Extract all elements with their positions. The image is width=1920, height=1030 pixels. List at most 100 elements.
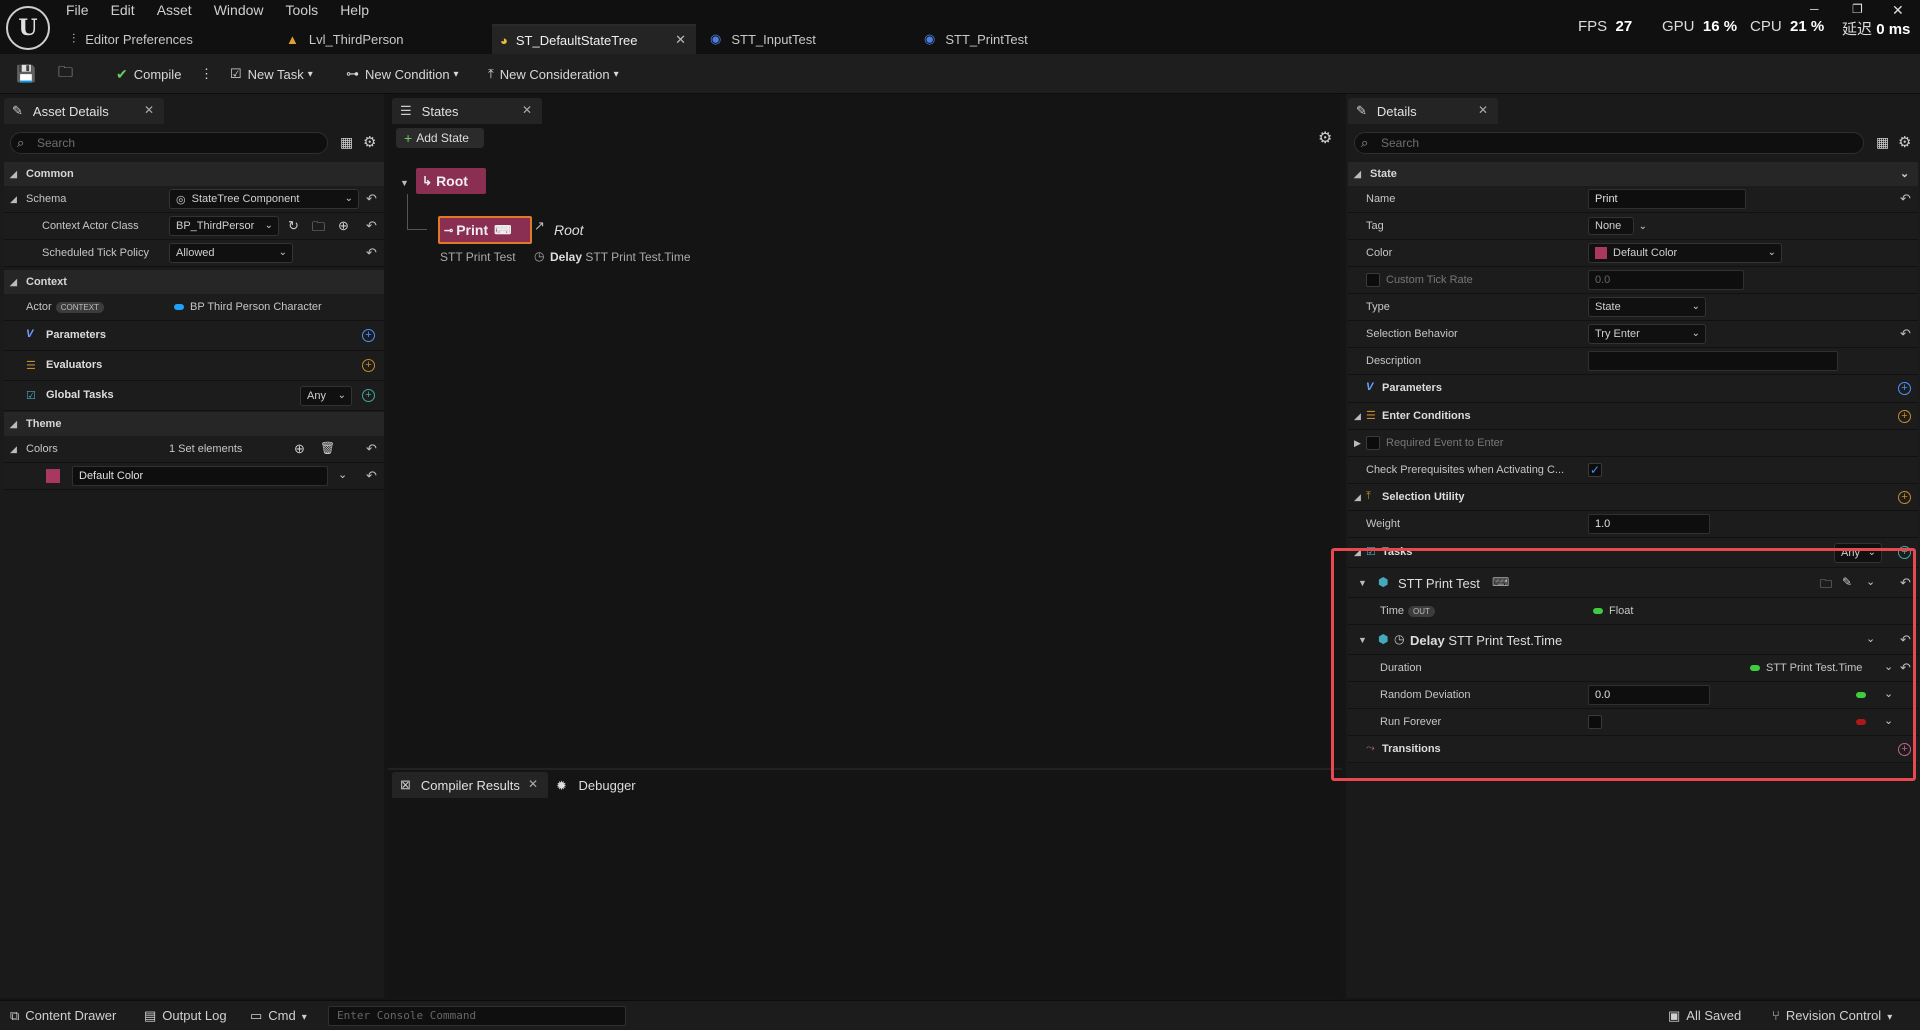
tab-editor-preferences[interactable]: ⫶ Editor Preferences (64, 24, 274, 54)
gear-icon[interactable]: ⚙ (1318, 128, 1332, 148)
expand-icon[interactable]: ◢ (1354, 411, 1361, 422)
name-field[interactable]: Print (1588, 189, 1746, 209)
close-icon[interactable]: ✕ (528, 777, 538, 791)
tab-stt-printtest[interactable]: ◉ STT_PrintTest (916, 24, 1126, 54)
add-element-icon[interactable]: ⊕ (294, 441, 305, 457)
browse-icon[interactable]: 🗀 (58, 63, 73, 85)
gear-icon[interactable]: ⚙ (1898, 133, 1911, 151)
tab-debugger[interactable]: ✹ Debugger (556, 778, 636, 794)
reset-icon[interactable]: ↶ (366, 441, 377, 457)
tab-states[interactable]: ☰ States ✕ (392, 98, 542, 124)
expand-icon[interactable]: ◢ (10, 444, 17, 455)
expand-icon[interactable]: ▼ (400, 178, 409, 188)
color-swatch[interactable] (46, 469, 60, 483)
selection-behavior-dropdown[interactable]: Try Enter ⌄ (1588, 324, 1706, 344)
chevron-down-icon[interactable]: ⌄ (1900, 167, 1909, 180)
compile-options-icon[interactable]: ⋮ (200, 63, 213, 85)
category-state[interactable]: ◢ State ⌄ (1348, 162, 1918, 186)
context-actor-class-dropdown[interactable]: BP_ThirdPersor ⌄ (169, 216, 279, 236)
minimize-icon[interactable]: ─ (1810, 2, 1819, 16)
state-print[interactable]: ⊸ Print ⌨ (438, 216, 532, 244)
unreal-logo-icon[interactable]: U (6, 6, 50, 50)
add-global-task-icon[interactable]: + (362, 389, 375, 402)
tab-lvl-thirdperson[interactable]: ▲ Lvl_ThirdPerson (278, 24, 488, 54)
reset-icon[interactable]: ↶ (366, 218, 377, 234)
schema-dropdown[interactable]: ◎ StateTree Component ⌄ (169, 189, 359, 209)
add-icon[interactable]: ⊕ (338, 218, 349, 234)
scheduled-tick-dropdown[interactable]: Allowed ⌄ (169, 243, 293, 263)
add-parameter-icon[interactable]: + (1898, 382, 1911, 395)
expand-icon[interactable]: ▶ (1354, 438, 1361, 449)
close-icon[interactable]: ✕ (1478, 103, 1488, 117)
custom-tick-checkbox[interactable] (1366, 273, 1380, 287)
reset-icon[interactable]: ↶ (366, 191, 377, 207)
reset-icon[interactable]: ↶ (1900, 326, 1911, 342)
tab-details[interactable]: ✎ Details ✕ (1348, 98, 1498, 124)
add-parameter-icon[interactable]: + (362, 329, 375, 342)
required-event-checkbox[interactable] (1366, 436, 1380, 450)
revision-control-button[interactable]: ⑂ Revision Control ▾ (1772, 1008, 1892, 1023)
reset-icon[interactable]: ↶ (366, 468, 377, 484)
state-root[interactable]: ↳ Root (416, 168, 486, 194)
category-context[interactable]: ◢ Context (4, 270, 384, 294)
description-field[interactable] (1588, 351, 1838, 371)
new-consideration-button[interactable]: ⤒ New Consideration ▾ (488, 63, 619, 85)
global-tasks-any-dropdown[interactable]: Any ⌄ (300, 386, 352, 406)
output-log-button[interactable]: ▤ Output Log (144, 1008, 227, 1024)
table-view-icon[interactable]: ▦ (340, 134, 353, 151)
custom-tick-field[interactable]: 0.0 (1588, 270, 1744, 290)
add-condition-icon[interactable]: + (1898, 410, 1911, 423)
reset-icon[interactable]: ↶ (366, 245, 377, 261)
add-consideration-icon[interactable]: + (1898, 491, 1911, 504)
tab-compiler-results[interactable]: ⊠ Compiler Results ✕ (392, 772, 548, 798)
restore-icon[interactable]: ❐ (1852, 2, 1863, 16)
menu-asset[interactable]: Asset (157, 2, 192, 20)
category-common[interactable]: ◢ Common (4, 162, 384, 186)
tab-asset-details[interactable]: ✎ Asset Details ✕ (4, 98, 164, 124)
cmd-dropdown[interactable]: ▭ Cmd ▾ (250, 1008, 307, 1024)
debug-icon: ⌨ (494, 223, 512, 237)
add-state-button[interactable]: + Add State (396, 128, 484, 148)
asset-details-search[interactable]: ⌕ Search (10, 132, 328, 154)
table-view-icon[interactable]: ▦ (1876, 134, 1889, 151)
content-drawer-button[interactable]: ⧉ Content Drawer (10, 1008, 116, 1024)
close-window-icon[interactable]: ✕ (1892, 2, 1904, 19)
drawer-icon: ⧉ (10, 1008, 20, 1023)
compile-button[interactable]: ✔ Compile (116, 63, 181, 85)
close-icon[interactable]: ✕ (144, 103, 154, 117)
parameters-icon: V (26, 328, 34, 340)
gear-icon[interactable]: ⚙ (363, 133, 376, 151)
weight-field[interactable]: 1.0 (1588, 514, 1710, 534)
expand-icon: ◢ (1354, 169, 1361, 179)
menu-tools[interactable]: Tools (286, 2, 319, 20)
tag-dropdown[interactable]: None ⌄ (1588, 217, 1647, 235)
tab-st-defaultstatetree[interactable]: ◕ ST_DefaultStateTree ✕ (492, 24, 696, 54)
browse-icon[interactable]: 🗀 (312, 218, 325, 240)
menu-window[interactable]: Window (214, 2, 264, 20)
reset-icon[interactable]: ↶ (1900, 191, 1911, 207)
tab-stt-inputtest[interactable]: ◉ STT_InputTest (702, 24, 912, 54)
category-theme[interactable]: ◢ Theme (4, 412, 384, 436)
close-icon[interactable]: ✕ (675, 32, 686, 48)
console-input[interactable]: Enter Console Command (328, 1006, 626, 1026)
check-prereq-checkbox[interactable]: ✓ (1588, 463, 1602, 477)
default-color-field[interactable]: Default Color (72, 466, 328, 486)
chevron-down-icon[interactable]: ⌄ (338, 468, 347, 481)
new-task-button[interactable]: ☑ New Task ▾ (230, 63, 313, 85)
menu-file[interactable]: File (66, 2, 89, 20)
type-dropdown[interactable]: State ⌄ (1588, 297, 1706, 317)
expand-icon[interactable]: ◢ (1354, 492, 1361, 503)
expand-icon[interactable]: ◢ (10, 194, 17, 205)
menu-edit[interactable]: Edit (111, 2, 135, 20)
details-search[interactable]: ⌕ Search (1354, 132, 1864, 154)
new-condition-button[interactable]: ⊶ New Condition ▾ (346, 63, 459, 85)
trash-icon[interactable]: 🗑 (320, 441, 335, 455)
all-saved-button[interactable]: ▣ All Saved (1668, 1008, 1741, 1024)
menu-help[interactable]: Help (340, 2, 369, 20)
save-icon[interactable]: 💾 (16, 63, 36, 85)
row-evaluators: ☰ Evaluators + (4, 351, 384, 381)
use-selected-icon[interactable]: ↻ (288, 218, 299, 234)
close-icon[interactable]: ✕ (522, 103, 532, 117)
add-evaluator-icon[interactable]: + (362, 359, 375, 372)
color-dropdown[interactable]: Default Color ⌄ (1588, 243, 1782, 263)
